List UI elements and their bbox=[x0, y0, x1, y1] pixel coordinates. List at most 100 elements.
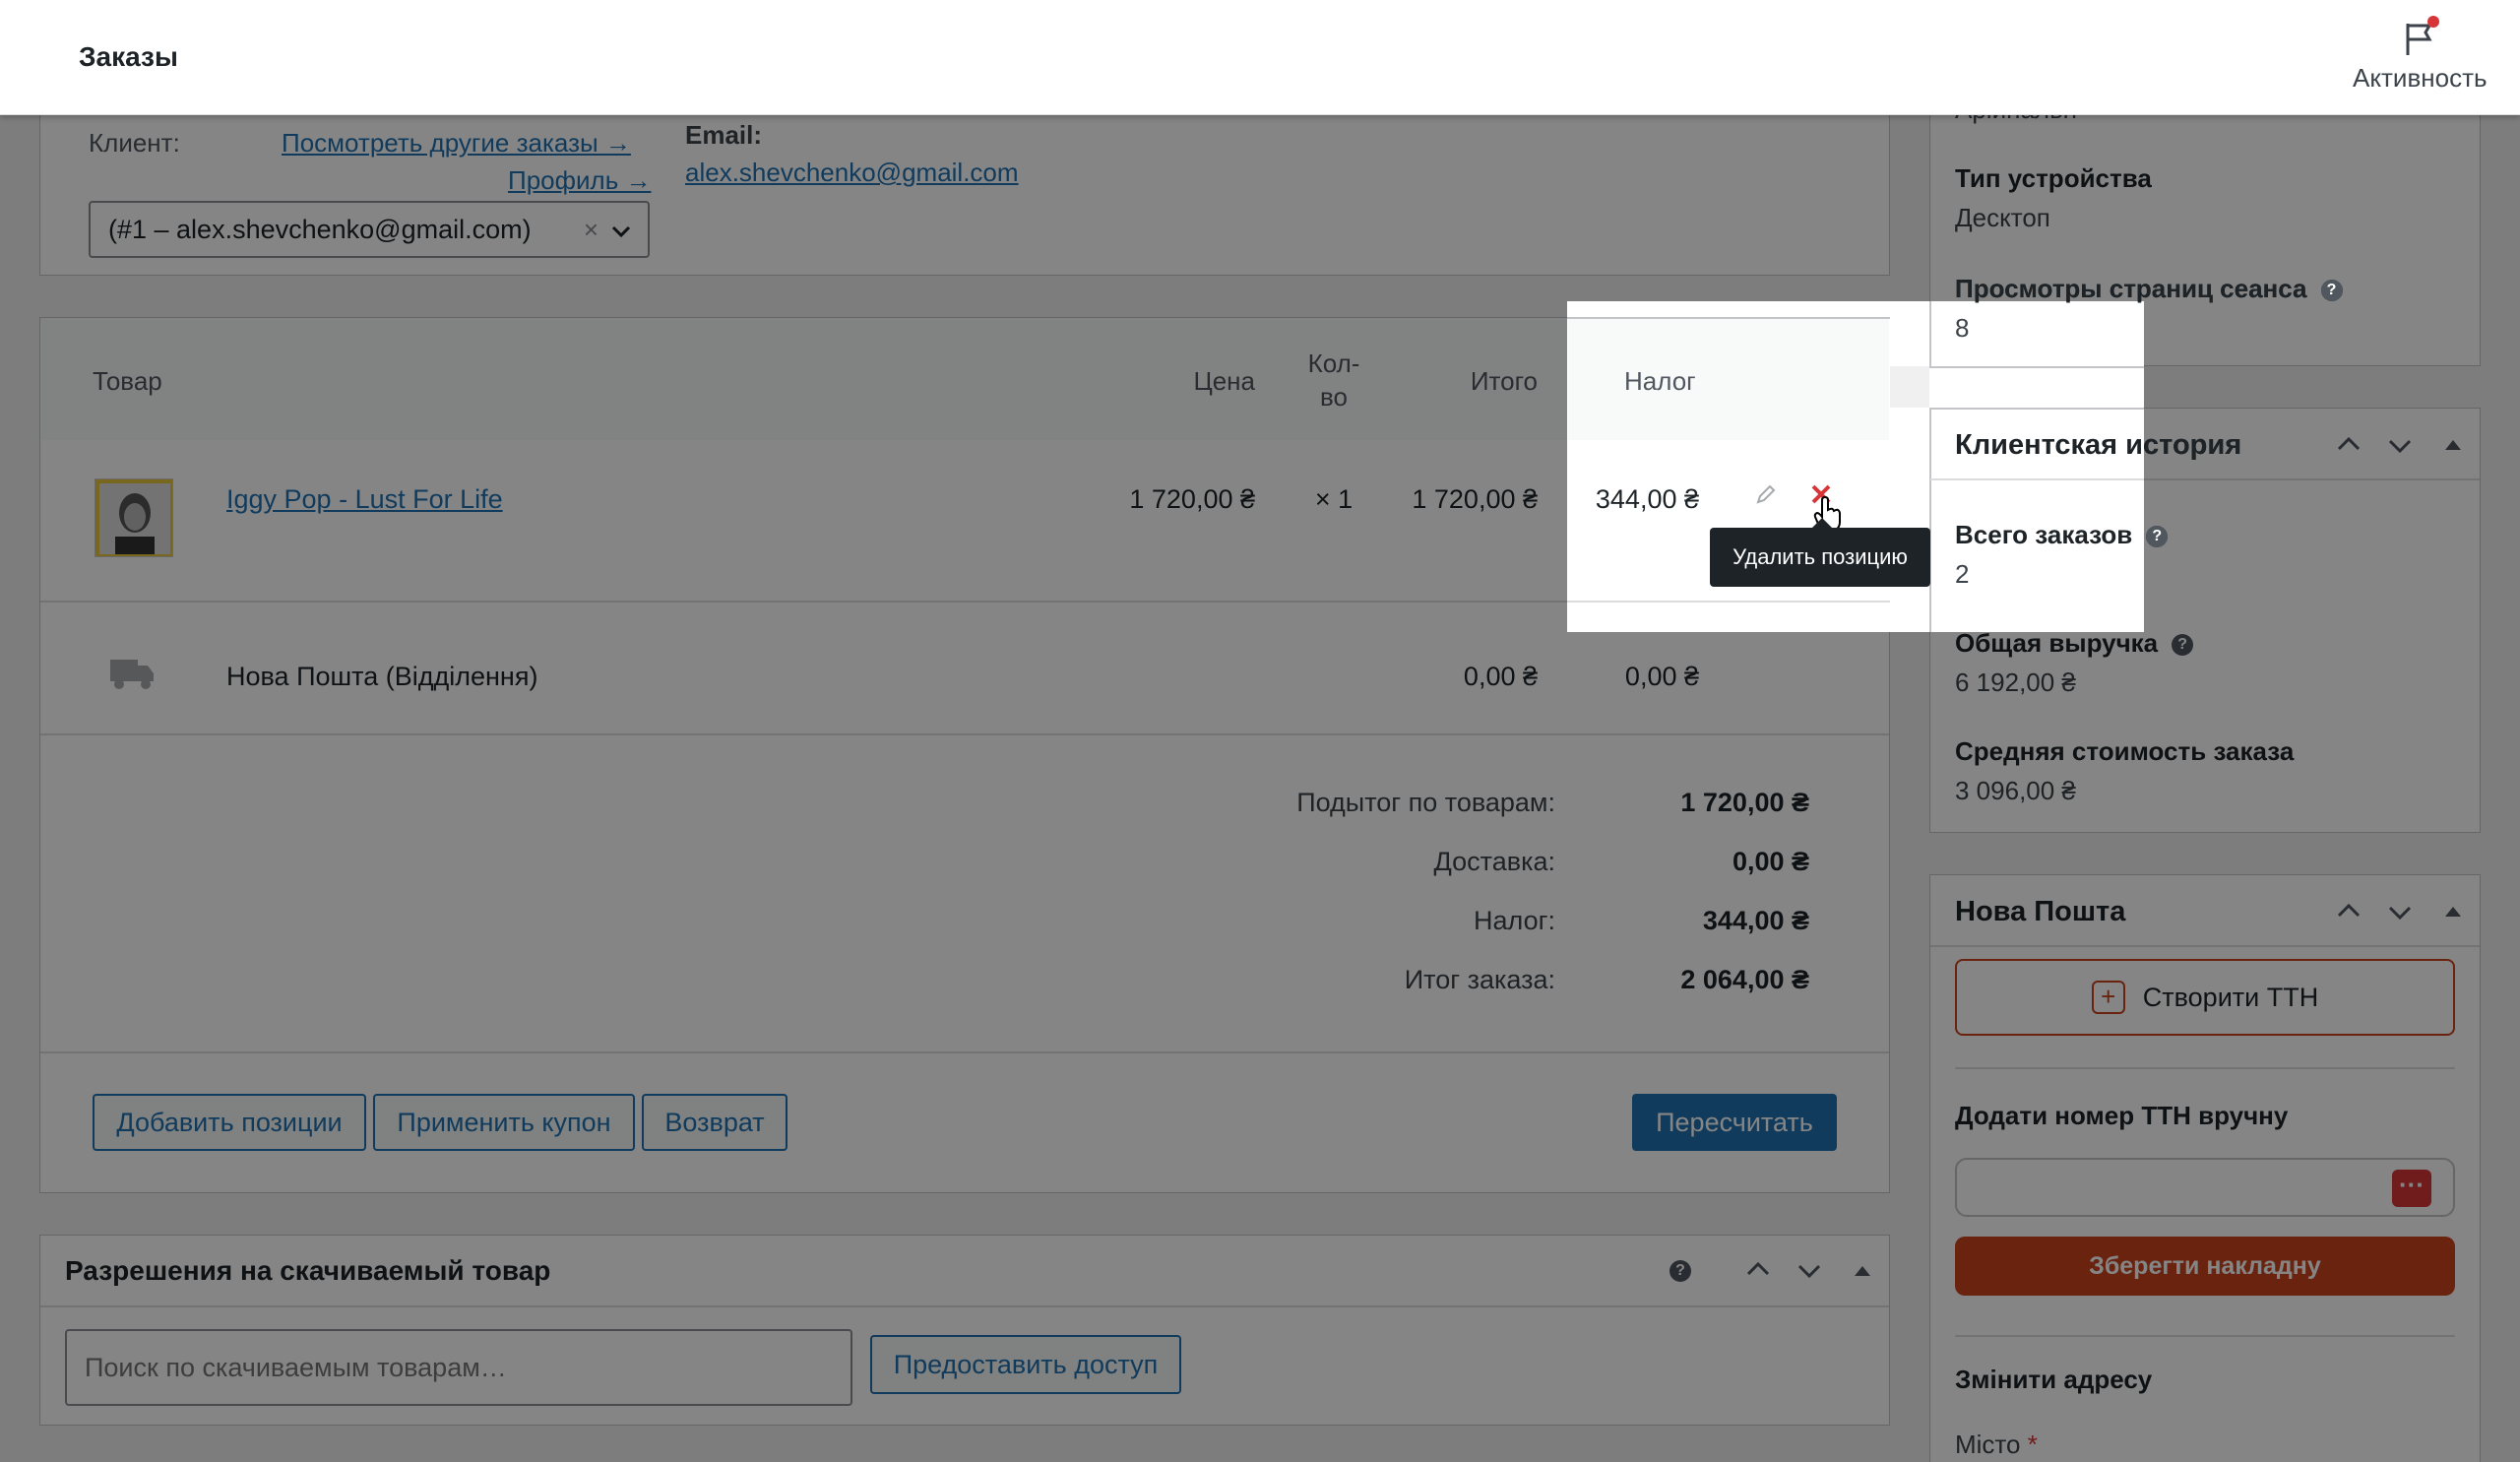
totals-value: 344,00 ₴ bbox=[1702, 906, 1809, 935]
downloads-header-divider bbox=[40, 1305, 1889, 1307]
revenue-label: Общая выручка? bbox=[1955, 628, 2194, 659]
add-items-button[interactable]: Добавить позиции bbox=[93, 1094, 366, 1151]
create-ttn-button[interactable]: + Створити ТТН bbox=[1955, 959, 2455, 1036]
customer-select-value: (#1 – alex.shevchenko@gmail.com) bbox=[108, 214, 532, 244]
spotlight-sidebar-border bbox=[1929, 366, 2144, 368]
manual-ttn-input[interactable]: ··· bbox=[1955, 1158, 2455, 1217]
totals-value: 2 064,00 ₴ bbox=[1680, 965, 1809, 994]
header-tax: Налог bbox=[1624, 366, 1696, 396]
other-orders-link[interactable]: Посмотреть другие заказы → bbox=[282, 128, 631, 159]
totals-row: Подытог по товарам: 1 720,00 ₴ bbox=[1083, 788, 1831, 847]
customer-label: Клиент: bbox=[89, 128, 180, 158]
edit-pencil-icon[interactable] bbox=[1754, 482, 1778, 511]
device-type-value: Десктоп bbox=[1955, 203, 2050, 232]
collapse-icon[interactable] bbox=[2443, 902, 2463, 926]
total-orders-label-text: Всего заказов bbox=[1955, 520, 2133, 549]
move-down-icon[interactable] bbox=[1796, 1256, 1823, 1291]
spotlight-sidebar-border bbox=[1929, 408, 2144, 410]
help-icon[interactable]: ? bbox=[2172, 634, 2194, 657]
header-price: Цена bbox=[1193, 366, 1255, 396]
spotlight-row-divider bbox=[1567, 601, 1890, 603]
product-total: 1 720,00 ₴ bbox=[1412, 484, 1538, 514]
spotlight-sidebar-border bbox=[1929, 301, 1931, 366]
change-address-title: Змінити адресу bbox=[1955, 1365, 2153, 1394]
help-icon[interactable]: ? bbox=[2320, 280, 2343, 302]
collapse-icon[interactable] bbox=[2443, 435, 2463, 460]
spotlight-panel-border bbox=[1567, 317, 1890, 319]
totals-value: 0,00 ₴ bbox=[1732, 847, 1809, 876]
revenue-value: 6 192,00 ₴ bbox=[1955, 667, 2076, 697]
move-up-icon[interactable] bbox=[2335, 431, 2362, 464]
top-bar: Заказы Активность bbox=[0, 0, 2520, 115]
pageviews-label-spot: Просмотры страниц сеанса? bbox=[1955, 274, 2343, 304]
spotlight-sidebar-border bbox=[1929, 408, 1931, 632]
apply-coupon-button[interactable]: Применить купон bbox=[373, 1094, 635, 1151]
recalculate-button[interactable]: Пересчитать bbox=[1632, 1094, 1837, 1151]
spotlight-header-bg bbox=[1568, 318, 1889, 440]
nova-header-divider bbox=[1930, 945, 2480, 947]
move-down-icon[interactable] bbox=[2386, 898, 2414, 930]
totals-block: Подытог по товарам: 1 720,00 ₴ Доставка: 0… bbox=[1083, 788, 1831, 1024]
totals-label: Налог: bbox=[1474, 906, 1555, 935]
totals-row: Налог: 344,00 ₴ bbox=[1083, 906, 1831, 965]
customer-history-title-spot: Клиентская история bbox=[1955, 429, 2242, 461]
shipping-total: 0,00 ₴ bbox=[1463, 662, 1538, 691]
move-down-icon[interactable] bbox=[2386, 431, 2414, 464]
revenue-label-text: Общая выручка bbox=[1955, 628, 2159, 658]
header-qty: Кол-во bbox=[1307, 349, 1360, 412]
plus-square-icon: + bbox=[2091, 981, 2125, 1014]
avg-order-value: 3 096,00 ₴ bbox=[1955, 776, 2076, 805]
create-ttn-label: Створити ТТН bbox=[2142, 982, 2319, 1012]
page-title: Заказы bbox=[79, 41, 178, 72]
product-name-link[interactable]: Iggy Pop - Lust For Life bbox=[226, 484, 503, 515]
activity-button[interactable]: Активность bbox=[2353, 14, 2488, 102]
product-tax: 344,00 ₴ bbox=[1595, 484, 1699, 514]
totals-label: Доставка: bbox=[1433, 847, 1555, 876]
notification-dot bbox=[2427, 16, 2439, 28]
spotlight-gap bbox=[1890, 366, 1929, 408]
move-up-icon[interactable] bbox=[1744, 1256, 1772, 1291]
nova-divider bbox=[1955, 1067, 2455, 1069]
help-icon[interactable]: ? bbox=[2146, 526, 2169, 548]
total-orders-label-spot: Всего заказов? bbox=[1955, 520, 2169, 550]
required-marker: * bbox=[2027, 1430, 2038, 1459]
nova-poshta-title: Нова Пошта bbox=[1955, 896, 2126, 927]
totals-label: Подытог по товарам: bbox=[1296, 788, 1555, 817]
move-up-icon[interactable] bbox=[2335, 898, 2362, 930]
total-orders-value-spot: 2 bbox=[1955, 559, 1970, 589]
grant-access-button[interactable]: Предоставить доступ bbox=[870, 1335, 1181, 1394]
row-divider bbox=[40, 733, 1889, 735]
customer-select[interactable]: (#1 – alex.shevchenko@gmail.com) × bbox=[89, 201, 650, 258]
collapse-icon[interactable] bbox=[1853, 1260, 1872, 1288]
product-price: 1 720,00 ₴ bbox=[1129, 484, 1255, 514]
nova-divider bbox=[1955, 1335, 2455, 1337]
product-qty: × 1 bbox=[1314, 484, 1354, 514]
password-manager-icon[interactable]: ··· bbox=[2392, 1170, 2431, 1207]
email-label: Email: bbox=[685, 120, 763, 150]
totals-row: Доставка: 0,00 ₴ bbox=[1083, 847, 1831, 906]
clear-icon[interactable]: × bbox=[584, 215, 598, 245]
profile-link[interactable]: Профиль → bbox=[508, 165, 651, 196]
header-product: Товар bbox=[93, 366, 162, 396]
help-icon[interactable]: ? bbox=[1670, 1260, 1691, 1282]
avg-order-label: Средняя стоимость заказа bbox=[1955, 736, 2295, 766]
device-type-label: Тип устройства bbox=[1955, 163, 2152, 193]
pageviews-label-text: Просмотры страниц сеанса bbox=[1955, 274, 2307, 303]
manual-ttn-label: Додати номер ТТН вручну bbox=[1955, 1101, 2289, 1130]
refund-button[interactable]: Возврат bbox=[642, 1094, 788, 1151]
totals-value: 1 720,00 ₴ bbox=[1680, 788, 1809, 817]
totals-row: Итог заказа: 2 064,00 ₴ bbox=[1083, 965, 1831, 1024]
pageviews-value-spot: 8 bbox=[1955, 313, 1970, 343]
actions-divider bbox=[40, 1051, 1889, 1053]
chevron-down-icon bbox=[610, 219, 632, 249]
activity-label: Активность bbox=[2353, 63, 2488, 93]
flag-icon bbox=[2400, 16, 2439, 59]
email-link[interactable]: alex.shevchenko@gmail.com bbox=[685, 158, 1019, 188]
city-label: Місто * bbox=[1955, 1430, 2038, 1460]
product-thumbnail[interactable] bbox=[94, 478, 173, 557]
shipping-name: Нова Пошта (Відділення) bbox=[226, 662, 538, 691]
header-total: Итого bbox=[1470, 366, 1538, 396]
downloads-search-input[interactable] bbox=[65, 1329, 852, 1406]
save-waybill-button[interactable]: Зберегти накладну bbox=[1955, 1237, 2455, 1296]
shipping-tax: 0,00 ₴ bbox=[1624, 662, 1699, 691]
